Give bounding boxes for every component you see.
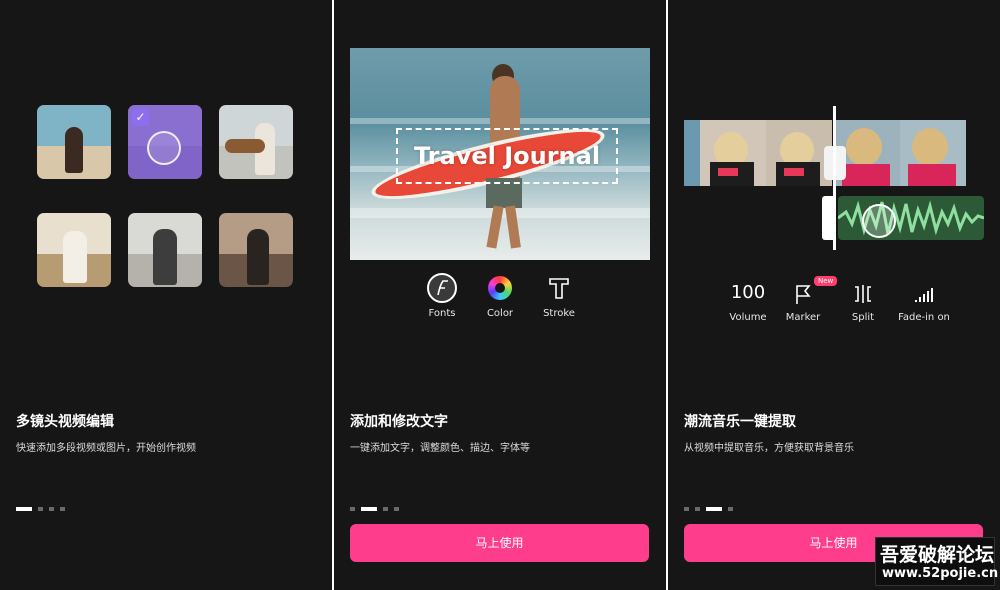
screen-subtitle: 从视频中提取音乐，方便获取背景音乐 xyxy=(684,443,854,454)
thumbnail-woman-in-sunset[interactable] xyxy=(219,213,293,287)
tool-stroke[interactable]: Stroke xyxy=(529,273,589,319)
thumbnail-woman-at-beach[interactable] xyxy=(37,105,111,179)
volume-value: 100 xyxy=(730,282,766,303)
waveform xyxy=(838,200,984,236)
screen-title: 添加和修改文字 xyxy=(350,414,448,430)
audio-focus-ring xyxy=(862,204,896,238)
stroke-icon xyxy=(544,273,574,303)
watermark: 吾爱破解论坛 www.52pojie.cn xyxy=(875,537,999,586)
thumbnail-woman-in-dress-field[interactable] xyxy=(37,213,111,287)
tool-label: Stroke xyxy=(543,308,575,319)
fade-in-icon xyxy=(910,280,938,308)
page-dot-4 xyxy=(728,507,733,511)
control-volume[interactable]: 100 Volume xyxy=(718,280,778,323)
page-dot-2 xyxy=(695,507,700,511)
onboarding-screen-music: ┃ 100 Volume Marker New Split Fade-in on… xyxy=(668,0,1000,590)
font-icon xyxy=(427,273,457,303)
page-dot-3 xyxy=(49,507,54,511)
screen-title: 潮流音乐一键提取 xyxy=(684,414,796,430)
page-dot-4 xyxy=(394,507,399,511)
control-fade-in[interactable]: Fade-in on xyxy=(894,280,954,323)
audio-track[interactable] xyxy=(838,196,984,240)
page-dot-3 xyxy=(706,507,722,511)
page-dot-1 xyxy=(16,507,32,511)
overlay-text: Travel Journal xyxy=(413,142,601,170)
control-marker[interactable]: Marker xyxy=(773,280,833,323)
thumbnail-man-with-backpack[interactable] xyxy=(128,213,202,287)
control-split[interactable]: Split xyxy=(833,280,893,323)
clip-frame xyxy=(900,120,966,186)
flag-icon xyxy=(789,280,817,308)
screen-subtitle: 快速添加多段视频或图片，开始创作视频 xyxy=(16,443,196,454)
clip-frame xyxy=(700,120,766,186)
control-label: Volume xyxy=(729,312,767,323)
playhead[interactable] xyxy=(833,106,836,250)
page-dot-1 xyxy=(684,507,689,511)
text-overlay-box[interactable]: Travel Journal xyxy=(396,128,618,184)
tool-label: Fonts xyxy=(428,308,456,319)
control-label: Fade-in on xyxy=(898,312,950,323)
checkmark-icon: ✓ xyxy=(132,109,149,126)
split-icon xyxy=(849,280,877,308)
focus-ring xyxy=(147,131,181,165)
control-label: Marker xyxy=(785,312,821,323)
thumbnail-person-in-field[interactable]: ✓ xyxy=(128,105,202,179)
onboarding-screen-multi-clip: ✓ 多镜头视频编辑 快速添加多段视频或图片，开始创作视频 xyxy=(0,0,332,590)
page-dot-1 xyxy=(350,507,355,511)
page-dot-4 xyxy=(60,507,65,511)
thumbnail-person-with-guitar[interactable] xyxy=(219,105,293,179)
start-button[interactable]: 马上使用 xyxy=(350,524,649,562)
screen-subtitle: 一键添加文字，调整颜色、描边、字体等 xyxy=(350,443,530,454)
onboarding-screen-text: Travel Journal Fonts Color Stroke 添加和修改文… xyxy=(334,0,666,590)
tool-fonts[interactable]: Fonts xyxy=(412,273,472,319)
color-wheel-icon xyxy=(488,276,512,300)
page-dot-2 xyxy=(38,507,43,511)
watermark-url: www.52pojie.cn xyxy=(882,566,999,581)
tool-color[interactable]: Color xyxy=(470,273,530,319)
clip-frame xyxy=(766,120,832,186)
screen-title: 多镜头视频编辑 xyxy=(16,414,114,430)
tool-label: Color xyxy=(486,308,514,319)
page-dot-3 xyxy=(383,507,388,511)
page-dot-2 xyxy=(361,507,377,511)
control-label: Split xyxy=(851,312,875,323)
preview-photo: Travel Journal xyxy=(350,48,650,260)
watermark-title: 吾爱破解论坛 xyxy=(880,544,995,566)
